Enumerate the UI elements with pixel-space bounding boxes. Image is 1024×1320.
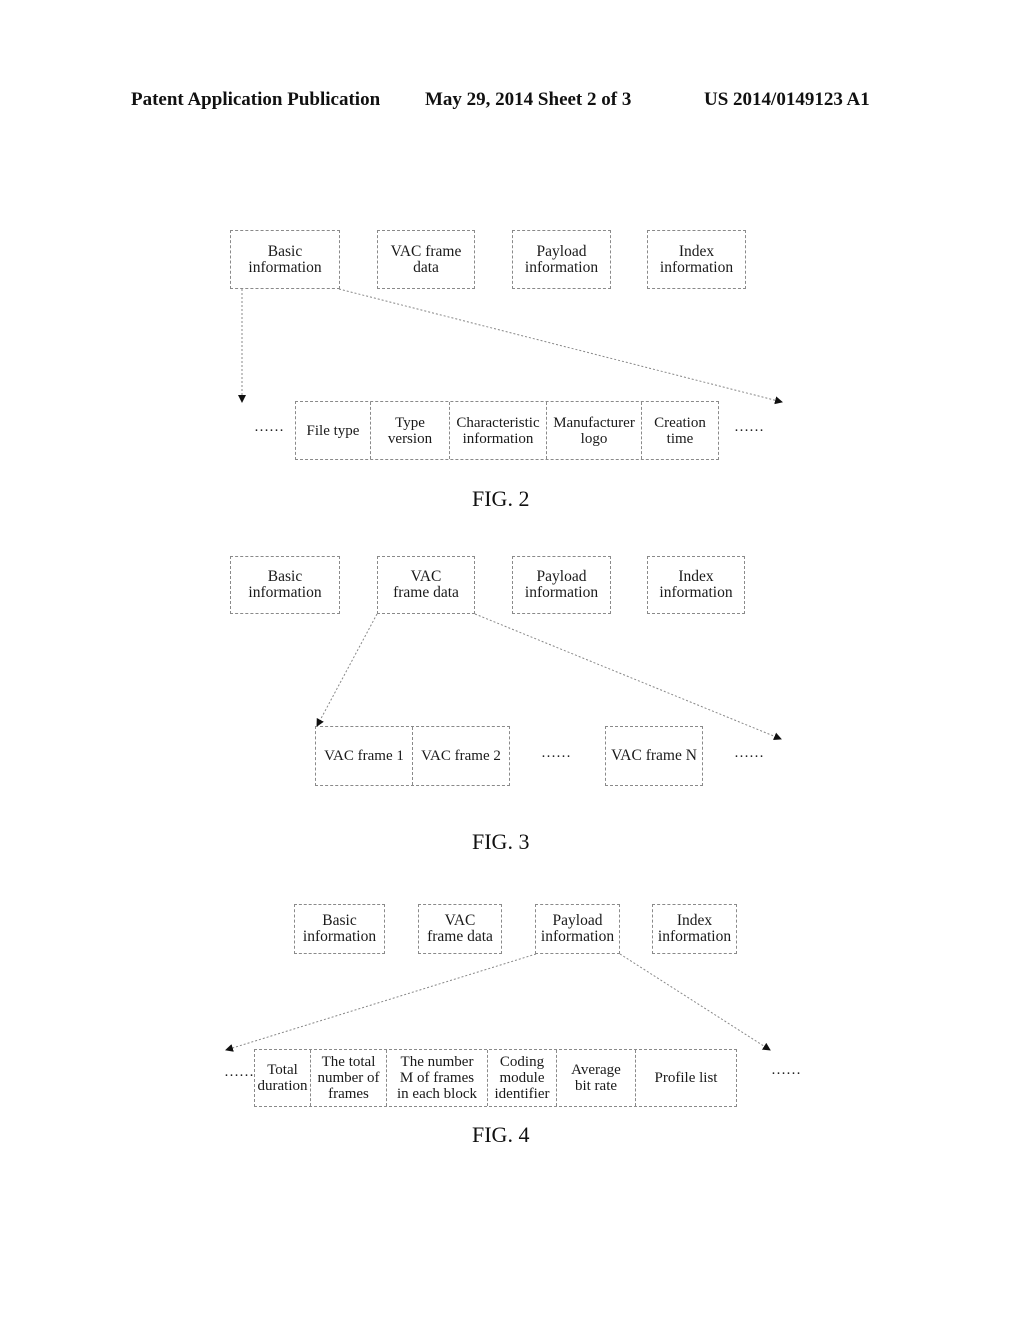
fig3-box-payload-information: Payload information (512, 556, 611, 614)
fig3-frame-row: VAC frame 1 VAC frame 2 (315, 726, 510, 786)
fig2-box-index-information: Index information (647, 230, 746, 289)
fig4-field-average-bit-rate: Average bit rate (557, 1050, 636, 1106)
fig3-box-index-information: Index information (647, 556, 745, 614)
fig4-field-coding-module-identifier: Coding module identifier (488, 1050, 557, 1106)
fig3-ellipsis-middle: …… (541, 745, 571, 761)
fig2-field-file-type: File type (296, 402, 371, 459)
fig4-field-total-number-of-frames: The total number of frames (311, 1050, 387, 1106)
fig3-ellipsis-right: …… (734, 745, 764, 761)
fig2-box-payload-information: Payload information (512, 230, 611, 289)
fig2-field-manufacturer-logo: Manufacturer logo (547, 402, 642, 459)
fig4-box-vac-frame-data: VAC frame data (418, 904, 502, 954)
fig2-ellipsis-right: …… (734, 419, 764, 435)
fig3-vac-frame-1: VAC frame 1 (316, 727, 413, 785)
fig2-ellipsis-left: …… (254, 419, 284, 435)
fig4-caption: FIG. 4 (472, 1122, 530, 1147)
fig4-field-total-duration: Total duration (255, 1050, 311, 1106)
fig4-field-row: Total duration The total number of frame… (254, 1049, 737, 1107)
fig4-arrow-left (225, 953, 537, 1052)
fig4-ellipsis-right: …… (771, 1062, 801, 1078)
fig4-box-index-information: Index information (652, 904, 737, 954)
fig2-field-row: File type Type version Characteristic in… (295, 401, 719, 460)
fig2-caption: FIG. 2 (472, 486, 530, 511)
fig4-field-profile-list: Profile list (654, 1070, 718, 1086)
fig2-box-vac-frame-data: VAC frame data (377, 230, 475, 289)
fig4-box-payload-information: Payload information (535, 904, 620, 954)
header-date-sheet: May 29, 2014 Sheet 2 of 3 (425, 89, 632, 110)
fig3-caption: FIG. 3 (472, 829, 530, 854)
fig2-field-type-version: Type version (371, 402, 450, 459)
fig3-vac-frame-2: VAC frame 2 (421, 748, 501, 764)
fig2-arrow-right (338, 288, 783, 405)
fig3-arrow-right (474, 613, 782, 741)
header-patent-number: US 2014/0149123 A1 (704, 89, 870, 110)
fig4-box-basic-information: Basic information (294, 904, 385, 954)
fig4-field-frames-per-block: The number M of frames in each block (387, 1050, 488, 1106)
fig2-field-characteristic-information: Characteristic information (450, 402, 547, 459)
fig2-box-basic-information: Basic information (230, 230, 340, 289)
fig4-ellipsis-left: …… (224, 1064, 254, 1080)
header-publication-type: Patent Application Publication (131, 89, 381, 110)
fig2-field-creation-time: Creation time (654, 414, 706, 447)
fig3-box-vac-frame-data: VAC frame data (377, 556, 475, 614)
fig3-arrow-left (316, 613, 378, 727)
fig3-box-basic-information: Basic information (230, 556, 340, 614)
fig3-vac-frame-n: VAC frame N (605, 726, 703, 786)
fig4-arrow-right (619, 953, 771, 1051)
